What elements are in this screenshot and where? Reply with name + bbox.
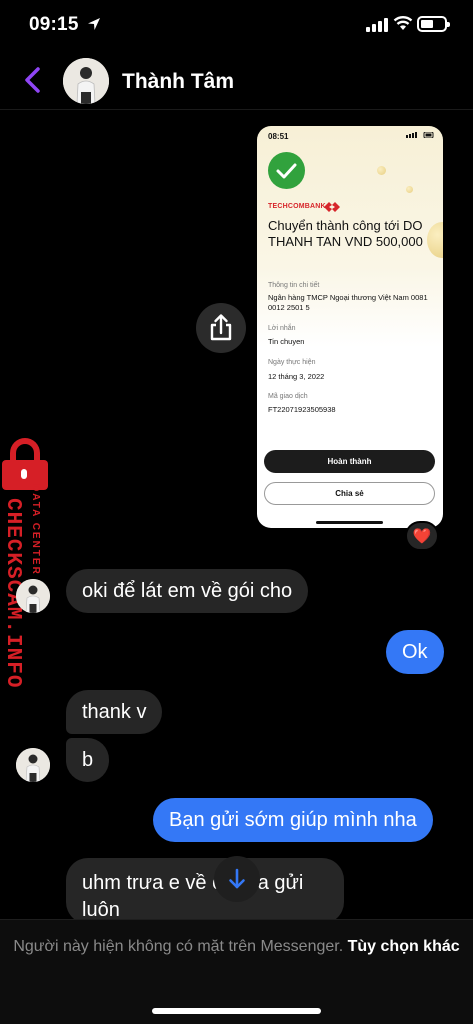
location-arrow-icon bbox=[88, 18, 100, 30]
watermark-subtitle: DATA CENTER bbox=[30, 484, 41, 576]
transaction-id-value: FT22071923505938 bbox=[268, 405, 336, 414]
date-label: Ngày thực hiện bbox=[268, 359, 316, 366]
decorative-coin bbox=[377, 166, 386, 175]
unavailable-notice: Người này hiện không có mặt trên Messeng… bbox=[13, 938, 344, 955]
contact-name[interactable]: Thành Tâm bbox=[122, 70, 234, 94]
message-bubble-incoming[interactable]: uhm trưa e về ong ra gửi luôn bbox=[66, 858, 344, 924]
home-indicator[interactable] bbox=[152, 1008, 321, 1014]
techcombank-logo-icon bbox=[324, 202, 340, 212]
status-bar: 09:15 bbox=[0, 0, 473, 50]
wifi-icon bbox=[393, 16, 413, 30]
receipt-share-button: Chia sẻ bbox=[264, 482, 435, 505]
decorative-coin bbox=[406, 186, 413, 193]
message-bubble-incoming[interactable]: oki để lát em về gói cho bbox=[66, 569, 309, 613]
back-button[interactable] bbox=[20, 65, 46, 95]
transfer-receipt-image[interactable]: 08:51 TECHCOMBANK Chuyển thành công tới … bbox=[257, 126, 443, 528]
message-label: Lời nhắn bbox=[268, 325, 296, 332]
footer-notice: Người này hiện không có mặt trên Messeng… bbox=[10, 936, 463, 958]
message-bubble-outgoing[interactable]: Bạn gửi sớm giúp mình nha bbox=[153, 798, 433, 842]
receipt-status-time: 08:51 bbox=[268, 132, 289, 141]
receipt-status-icons bbox=[406, 132, 434, 138]
share-button[interactable] bbox=[196, 303, 246, 353]
success-check-icon bbox=[268, 152, 305, 189]
message-bubble-incoming[interactable]: thank v bbox=[66, 690, 163, 734]
unavailable-footer: Người này hiện không có mặt trên Messeng… bbox=[0, 919, 473, 1024]
share-icon bbox=[210, 314, 232, 341]
receipt-title: Chuyển thành công tới DO THANH TAN VND 5… bbox=[268, 218, 423, 249]
status-time: 09:15 bbox=[29, 14, 79, 35]
contact-avatar[interactable] bbox=[63, 58, 109, 104]
details-value: Ngân hàng TMCP Ngoại thương Việt Nam 008… bbox=[268, 293, 428, 312]
decorative-coin bbox=[427, 222, 443, 258]
date-value: 12 tháng 3, 2022 bbox=[268, 372, 325, 381]
more-options-link[interactable]: Tùy chọn khác bbox=[348, 938, 460, 955]
receipt-home-indicator bbox=[316, 521, 383, 524]
checkscam-watermark: DATA CENTER CHECKSCAM.INFO bbox=[0, 436, 56, 688]
transaction-id-label: Mã giao dịch bbox=[268, 393, 308, 400]
battery-icon bbox=[417, 16, 450, 32]
done-button: Hoàn thành bbox=[264, 450, 435, 473]
bank-name: TECHCOMBANK bbox=[268, 203, 326, 210]
details-label: Thông tin chi tiết bbox=[268, 282, 320, 289]
message-bubble-incoming[interactable]: b bbox=[66, 738, 110, 782]
message-value: Tin chuyen bbox=[268, 337, 305, 346]
message-bubble-outgoing[interactable]: Ok bbox=[386, 630, 444, 674]
contact-avatar-small[interactable] bbox=[16, 748, 50, 782]
heart-reaction[interactable]: ❤️ bbox=[405, 521, 439, 551]
conversation-header: Thành Tâm bbox=[0, 50, 473, 110]
arrow-down-icon bbox=[229, 868, 245, 889]
cellular-signal-icon bbox=[366, 18, 388, 32]
scroll-to-bottom-button[interactable] bbox=[214, 856, 260, 902]
contact-avatar-small[interactable] bbox=[16, 579, 50, 613]
